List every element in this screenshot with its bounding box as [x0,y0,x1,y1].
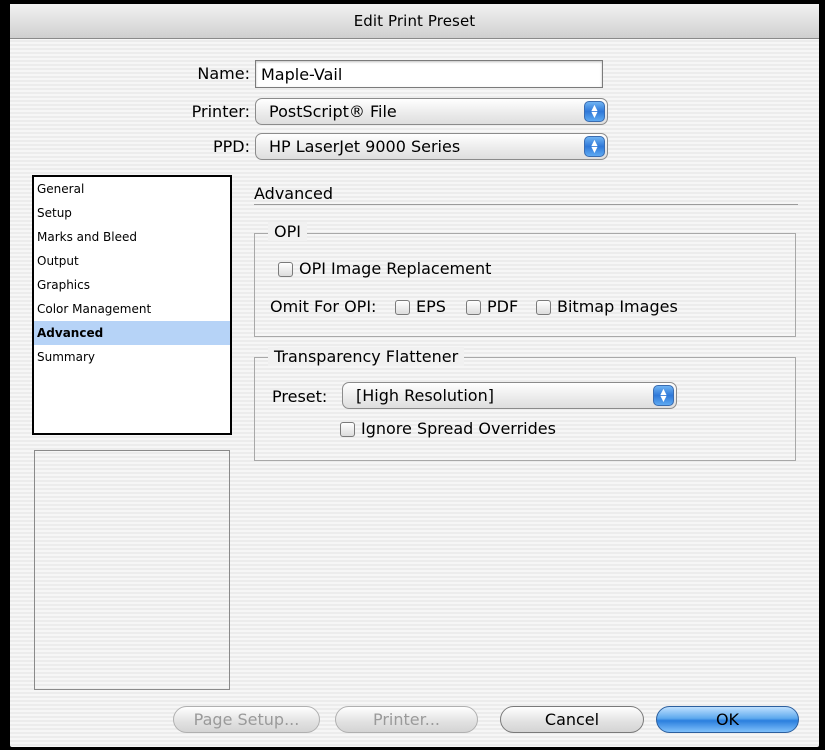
omit-for-opi-label: Omit For OPI: [270,297,377,316]
section-title: Advanced [254,184,334,203]
opi-group [254,233,796,337]
transparency-flattener-group [254,357,796,461]
popup-arrows-icon: ▲ ▼ [584,101,605,122]
flattener-preset-popup[interactable]: [High Resolution] ▲ ▼ [342,382,677,409]
name-label: Name: [197,64,250,83]
opi-group-label: OPI [268,222,307,241]
category-item-summary[interactable]: Summary [34,345,230,369]
category-item-marks-and-bleed[interactable]: Marks and Bleed [34,225,230,249]
ppd-popup-value: HP LaserJet 9000 Series [269,137,461,156]
category-item-color-management[interactable]: Color Management [34,297,230,321]
omit-bitmap-images-label[interactable]: Bitmap Images [557,297,678,316]
flattener-preset-value: [High Resolution] [356,386,494,405]
preview-area [34,450,230,690]
ppd-popup[interactable]: HP LaserJet 9000 Series ▲ ▼ [255,133,608,160]
omit-eps-label[interactable]: EPS [416,297,446,316]
name-field[interactable] [255,60,603,88]
cancel-button[interactable]: Cancel [500,706,644,733]
category-item-output[interactable]: Output [34,249,230,273]
omit-pdf-label[interactable]: PDF [487,297,518,316]
opi-image-replacement-checkbox[interactable] [278,262,293,277]
ignore-spread-overrides-label[interactable]: Ignore Spread Overrides [361,419,556,438]
ok-button[interactable]: OK [656,706,799,733]
title-bar: Edit Print Preset [10,4,819,39]
category-item-general[interactable]: General [34,177,230,201]
opi-image-replacement-label[interactable]: OPI Image Replacement [299,259,491,278]
preset-label: Preset: [272,387,328,406]
printer-popup[interactable]: PostScript® File ▲ ▼ [255,98,608,125]
omit-bitmap-images-checkbox[interactable] [536,300,551,315]
printer-popup-value: PostScript® File [269,102,397,121]
edit-print-preset-dialog: Edit Print Preset Name: Printer: PostScr… [10,4,819,747]
category-list[interactable]: General Setup Marks and Bleed Output Gra… [32,175,232,435]
category-item-advanced[interactable]: Advanced [34,321,230,345]
popup-arrows-icon: ▲ ▼ [653,385,674,406]
printer-button[interactable]: Printer... [335,706,478,733]
page-setup-button[interactable]: Page Setup... [173,706,320,733]
popup-arrows-icon: ▲ ▼ [584,136,605,157]
omit-eps-checkbox[interactable] [395,300,410,315]
omit-pdf-checkbox[interactable] [466,300,481,315]
ignore-spread-overrides-checkbox[interactable] [340,422,355,437]
ppd-label: PPD: [212,137,250,156]
category-item-graphics[interactable]: Graphics [34,273,230,297]
printer-label: Printer: [191,102,250,121]
transparency-flattener-group-label: Transparency Flattener [268,347,465,366]
category-item-setup[interactable]: Setup [34,201,230,225]
dialog-title: Edit Print Preset [353,12,476,30]
section-divider [254,204,798,205]
